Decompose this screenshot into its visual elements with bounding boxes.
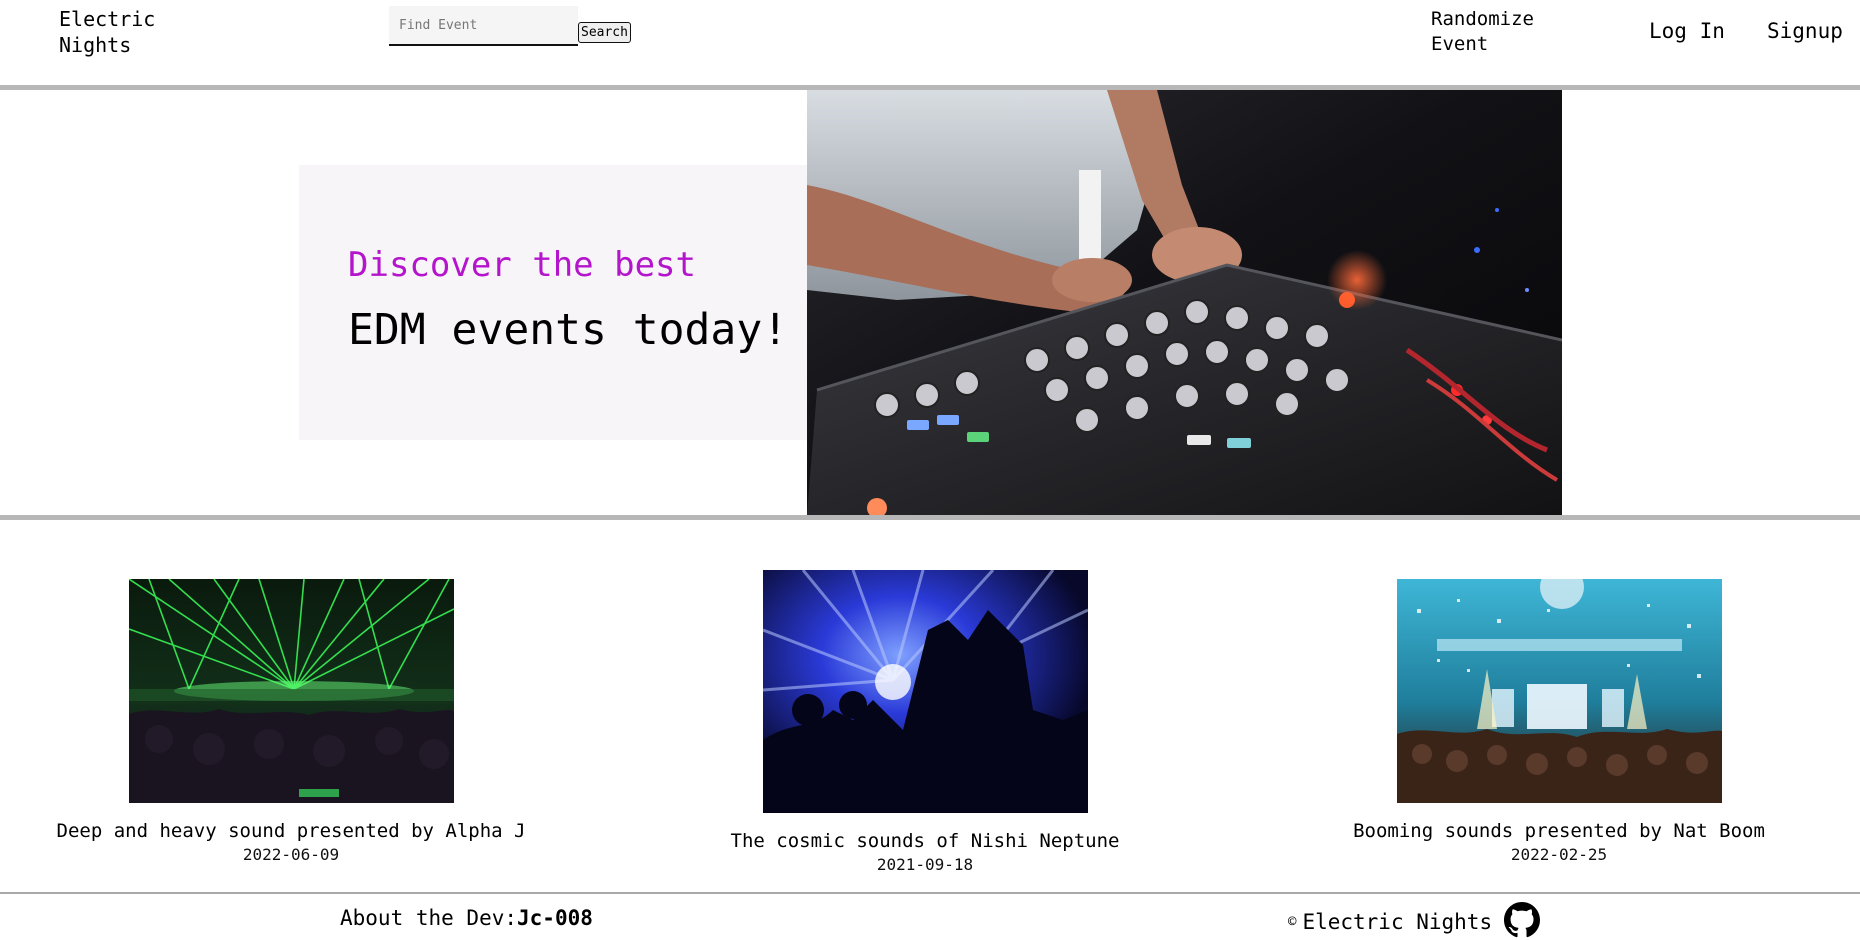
event-title[interactable]: The cosmic sounds of Nishi Neptune [731, 830, 1120, 852]
search-form: Search [389, 6, 631, 46]
search-input[interactable] [389, 6, 578, 46]
event-title[interactable]: Deep and heavy sound presented by Alpha … [57, 820, 526, 842]
event-date: 2022-06-09 [242, 845, 340, 864]
confetti-club-photo[interactable] [1397, 579, 1722, 803]
about-dev-label: About the Dev: [340, 906, 518, 930]
hero-divider [0, 515, 1860, 520]
copyright-symbol: © [1288, 914, 1297, 930]
site-header: Electric Nights Search Randomize Event L… [0, 0, 1860, 85]
event-date: 2022-02-25 [1510, 845, 1608, 864]
login-link[interactable]: Log In [1649, 19, 1725, 43]
hero-title: EDM events today! [348, 305, 789, 355]
hero-text-panel: Discover the best EDM events today! [299, 165, 809, 440]
hero-kicker: Discover the best [348, 245, 696, 285]
search-button[interactable]: Search [578, 22, 631, 43]
dj-mixer-photo [807, 90, 1562, 515]
event-title[interactable]: Booming sounds presented by Nat Boom [1353, 820, 1765, 842]
brand-logo-text[interactable]: Electric Nights [59, 6, 155, 58]
footer-copyright: © Electric Nights [1288, 902, 1541, 938]
green-laser-concert-photo[interactable] [129, 579, 454, 803]
signup-link[interactable]: Signup [1767, 19, 1843, 43]
blue-light-crowd-photo[interactable] [763, 570, 1088, 813]
github-icon[interactable] [1504, 902, 1541, 938]
footer-about: About the Dev:Jc-008 [340, 906, 593, 930]
dev-handle-link[interactable]: Jc-008 [517, 906, 593, 930]
copyright-text: Electric Nights [1302, 910, 1493, 934]
footer-divider [0, 892, 1860, 894]
randomize-event-link[interactable]: Randomize Event [1431, 7, 1534, 57]
event-date: 2021-09-18 [876, 855, 974, 874]
